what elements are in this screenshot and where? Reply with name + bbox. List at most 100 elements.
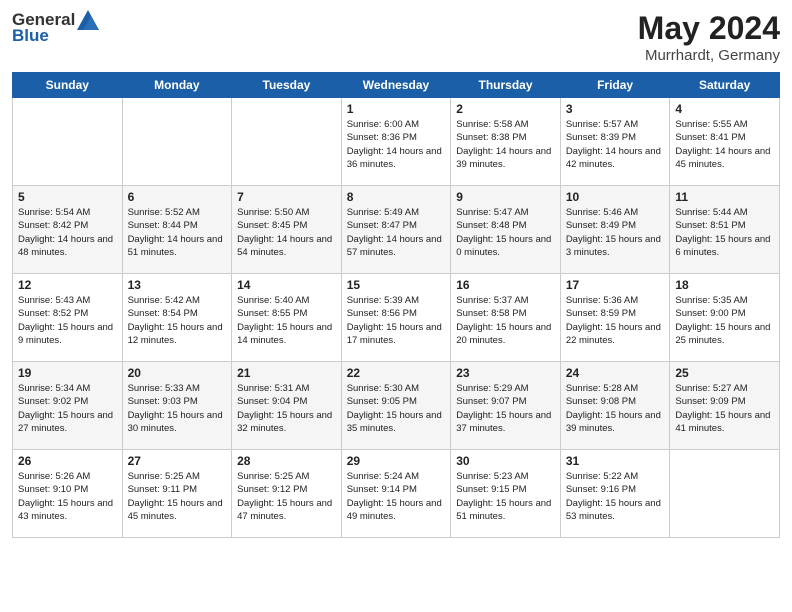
day-detail: Sunrise: 5:33 AM Sunset: 9:03 PM Dayligh… bbox=[128, 382, 227, 435]
day-number: 21 bbox=[237, 366, 336, 380]
header-wednesday: Wednesday bbox=[341, 73, 451, 98]
day-number: 24 bbox=[566, 366, 665, 380]
calendar-cell bbox=[13, 98, 123, 186]
day-detail: Sunrise: 5:27 AM Sunset: 9:09 PM Dayligh… bbox=[675, 382, 774, 435]
calendar-cell: 28 Sunrise: 5:25 AM Sunset: 9:12 PM Dayli… bbox=[232, 450, 342, 538]
calendar-cell: 3 Sunrise: 5:57 AM Sunset: 8:39 PM Daylig… bbox=[560, 98, 670, 186]
day-number: 22 bbox=[347, 366, 446, 380]
day-detail: Sunrise: 5:25 AM Sunset: 9:12 PM Dayligh… bbox=[237, 470, 336, 523]
day-number: 16 bbox=[456, 278, 555, 292]
day-detail: Sunrise: 5:43 AM Sunset: 8:52 PM Dayligh… bbox=[18, 294, 117, 347]
day-number: 6 bbox=[128, 190, 227, 204]
days-header-row: Sunday Monday Tuesday Wednesday Thursday… bbox=[13, 73, 780, 98]
day-detail: Sunrise: 5:28 AM Sunset: 9:08 PM Dayligh… bbox=[566, 382, 665, 435]
day-detail: Sunrise: 5:23 AM Sunset: 9:15 PM Dayligh… bbox=[456, 470, 555, 523]
day-detail: Sunrise: 5:30 AM Sunset: 9:05 PM Dayligh… bbox=[347, 382, 446, 435]
day-number: 20 bbox=[128, 366, 227, 380]
day-detail: Sunrise: 5:40 AM Sunset: 8:55 PM Dayligh… bbox=[237, 294, 336, 347]
header-friday: Friday bbox=[560, 73, 670, 98]
calendar-cell: 20 Sunrise: 5:33 AM Sunset: 9:03 PM Dayli… bbox=[122, 362, 232, 450]
header: General Blue May 2024 Murrhardt, Germany bbox=[12, 10, 780, 64]
header-thursday: Thursday bbox=[451, 73, 561, 98]
day-detail: Sunrise: 5:44 AM Sunset: 8:51 PM Dayligh… bbox=[675, 206, 774, 259]
calendar-cell: 29 Sunrise: 5:24 AM Sunset: 9:14 PM Dayli… bbox=[341, 450, 451, 538]
day-number: 12 bbox=[18, 278, 117, 292]
day-detail: Sunrise: 5:46 AM Sunset: 8:49 PM Dayligh… bbox=[566, 206, 665, 259]
day-detail: Sunrise: 5:22 AM Sunset: 9:16 PM Dayligh… bbox=[566, 470, 665, 523]
calendar-cell: 10 Sunrise: 5:46 AM Sunset: 8:49 PM Dayli… bbox=[560, 186, 670, 274]
calendar-cell: 2Sunrise: 5:58 AM Sunset: 8:38 PM Daylig… bbox=[451, 98, 561, 186]
calendar-cell bbox=[670, 450, 780, 538]
day-number: 8 bbox=[347, 190, 446, 204]
calendar-cell: 7 Sunrise: 5:50 AM Sunset: 8:45 PM Daylig… bbox=[232, 186, 342, 274]
day-number: 5 bbox=[18, 190, 117, 204]
title-location: Murrhardt, Germany bbox=[638, 47, 780, 64]
day-number: 2 bbox=[456, 102, 555, 116]
calendar-cell: 18 Sunrise: 5:35 AM Sunset: 9:00 PM Dayli… bbox=[670, 274, 780, 362]
day-detail: Sunrise: 5:36 AM Sunset: 8:59 PM Dayligh… bbox=[566, 294, 665, 347]
calendar-cell: 30 Sunrise: 5:23 AM Sunset: 9:15 PM Dayli… bbox=[451, 450, 561, 538]
calendar-cell: 23Sunrise: 5:29 AM Sunset: 9:07 PM Dayli… bbox=[451, 362, 561, 450]
day-number: 3 bbox=[566, 102, 665, 116]
title-block: May 2024 Murrhardt, Germany bbox=[638, 10, 780, 64]
day-detail: Sunrise: 5:57 AM Sunset: 8:39 PM Dayligh… bbox=[566, 118, 665, 171]
calendar-cell bbox=[232, 98, 342, 186]
day-detail: Sunrise: 5:50 AM Sunset: 8:45 PM Dayligh… bbox=[237, 206, 336, 259]
day-number: 13 bbox=[128, 278, 227, 292]
calendar-cell: 19 Sunrise: 5:34 AM Sunset: 9:02 PM Dayli… bbox=[13, 362, 123, 450]
calendar-week-row: 19 Sunrise: 5:34 AM Sunset: 9:02 PM Dayli… bbox=[13, 362, 780, 450]
day-number: 1 bbox=[347, 102, 446, 116]
day-number: 14 bbox=[237, 278, 336, 292]
day-detail: Sunrise: 6:00 AM Sunset: 8:36 PM Dayligh… bbox=[347, 118, 446, 171]
calendar-cell: 31Sunrise: 5:22 AM Sunset: 9:16 PM Dayli… bbox=[560, 450, 670, 538]
logo-blue: Blue bbox=[12, 26, 49, 46]
calendar-cell: 12 Sunrise: 5:43 AM Sunset: 8:52 PM Dayli… bbox=[13, 274, 123, 362]
calendar-cell: 21 Sunrise: 5:31 AM Sunset: 9:04 PM Dayli… bbox=[232, 362, 342, 450]
header-monday: Monday bbox=[122, 73, 232, 98]
day-detail: Sunrise: 5:34 AM Sunset: 9:02 PM Dayligh… bbox=[18, 382, 117, 435]
day-number: 10 bbox=[566, 190, 665, 204]
header-sunday: Sunday bbox=[13, 73, 123, 98]
day-detail: Sunrise: 5:37 AM Sunset: 8:58 PM Dayligh… bbox=[456, 294, 555, 347]
day-number: 30 bbox=[456, 454, 555, 468]
day-detail: Sunrise: 5:31 AM Sunset: 9:04 PM Dayligh… bbox=[237, 382, 336, 435]
calendar-week-row: 26 Sunrise: 5:26 AM Sunset: 9:10 PM Dayli… bbox=[13, 450, 780, 538]
calendar-cell bbox=[122, 98, 232, 186]
calendar-cell: 16 Sunrise: 5:37 AM Sunset: 8:58 PM Dayli… bbox=[451, 274, 561, 362]
day-detail: Sunrise: 5:29 AM Sunset: 9:07 PM Dayligh… bbox=[456, 382, 555, 435]
calendar-cell: 24 Sunrise: 5:28 AM Sunset: 9:08 PM Dayli… bbox=[560, 362, 670, 450]
day-number: 19 bbox=[18, 366, 117, 380]
calendar-cell: 11Sunrise: 5:44 AM Sunset: 8:51 PM Dayli… bbox=[670, 186, 780, 274]
calendar-cell: 5Sunrise: 5:54 AM Sunset: 8:42 PM Daylig… bbox=[13, 186, 123, 274]
header-saturday: Saturday bbox=[670, 73, 780, 98]
day-detail: Sunrise: 5:26 AM Sunset: 9:10 PM Dayligh… bbox=[18, 470, 117, 523]
calendar-cell: 6 Sunrise: 5:52 AM Sunset: 8:44 PM Daylig… bbox=[122, 186, 232, 274]
day-detail: Sunrise: 5:47 AM Sunset: 8:48 PM Dayligh… bbox=[456, 206, 555, 259]
header-tuesday: Tuesday bbox=[232, 73, 342, 98]
day-number: 28 bbox=[237, 454, 336, 468]
day-detail: Sunrise: 5:55 AM Sunset: 8:41 PM Dayligh… bbox=[675, 118, 774, 171]
day-number: 4 bbox=[675, 102, 774, 116]
day-detail: Sunrise: 5:52 AM Sunset: 8:44 PM Dayligh… bbox=[128, 206, 227, 259]
day-number: 26 bbox=[18, 454, 117, 468]
calendar-table: Sunday Monday Tuesday Wednesday Thursday… bbox=[12, 72, 780, 538]
calendar-cell: 15Sunrise: 5:39 AM Sunset: 8:56 PM Dayli… bbox=[341, 274, 451, 362]
day-detail: Sunrise: 5:39 AM Sunset: 8:56 PM Dayligh… bbox=[347, 294, 446, 347]
day-number: 18 bbox=[675, 278, 774, 292]
day-number: 9 bbox=[456, 190, 555, 204]
calendar-cell: 26 Sunrise: 5:26 AM Sunset: 9:10 PM Dayli… bbox=[13, 450, 123, 538]
day-number: 7 bbox=[237, 190, 336, 204]
calendar-cell: 13 Sunrise: 5:42 AM Sunset: 8:54 PM Dayli… bbox=[122, 274, 232, 362]
day-detail: Sunrise: 5:25 AM Sunset: 9:11 PM Dayligh… bbox=[128, 470, 227, 523]
calendar-week-row: 1 Sunrise: 6:00 AM Sunset: 8:36 PM Daylig… bbox=[13, 98, 780, 186]
day-detail: Sunrise: 5:24 AM Sunset: 9:14 PM Dayligh… bbox=[347, 470, 446, 523]
day-detail: Sunrise: 5:35 AM Sunset: 9:00 PM Dayligh… bbox=[675, 294, 774, 347]
day-number: 25 bbox=[675, 366, 774, 380]
day-detail: Sunrise: 5:49 AM Sunset: 8:47 PM Dayligh… bbox=[347, 206, 446, 259]
calendar-week-row: 5Sunrise: 5:54 AM Sunset: 8:42 PM Daylig… bbox=[13, 186, 780, 274]
day-number: 17 bbox=[566, 278, 665, 292]
calendar-cell: 4 Sunrise: 5:55 AM Sunset: 8:41 PM Daylig… bbox=[670, 98, 780, 186]
calendar-cell: 27Sunrise: 5:25 AM Sunset: 9:11 PM Dayli… bbox=[122, 450, 232, 538]
day-detail: Sunrise: 5:42 AM Sunset: 8:54 PM Dayligh… bbox=[128, 294, 227, 347]
day-number: 29 bbox=[347, 454, 446, 468]
